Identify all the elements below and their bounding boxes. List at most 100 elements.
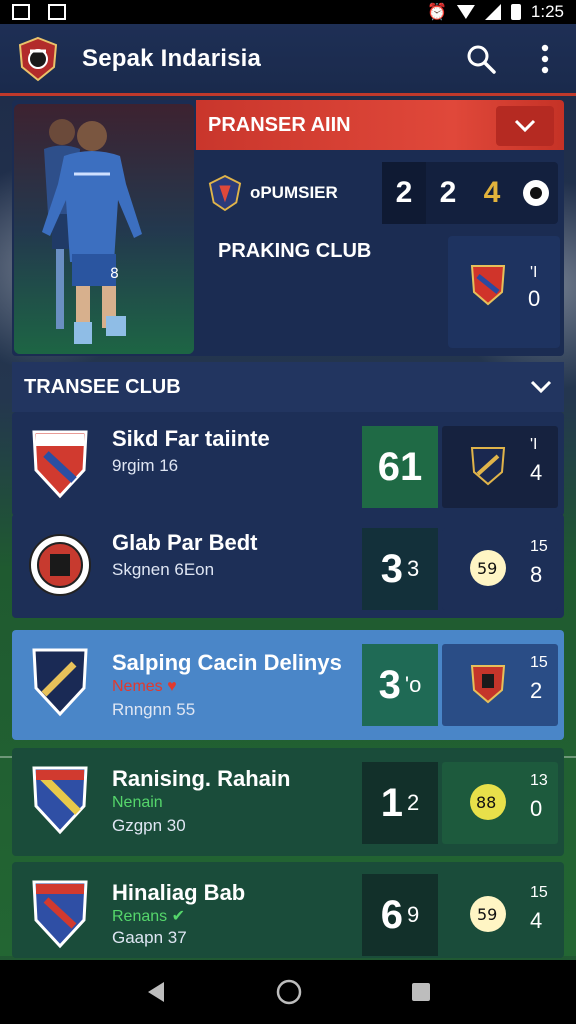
score-main: 3	[380, 546, 403, 591]
check-icon: ✔	[171, 908, 186, 925]
club-name: Hinaliag Bab	[112, 880, 246, 905]
side-value-bottom: 0	[528, 286, 541, 311]
club-row[interactable]: Ranising. Rahain Nenain Gzgpn 30 1 2 88 …	[12, 748, 564, 856]
score-secondary: 'o	[404, 672, 422, 697]
image-notification-icon	[12, 4, 30, 20]
wifi-icon	[456, 5, 475, 19]
opponent-box: 88 13 0	[442, 762, 558, 844]
app-title: Sepak Indarisia	[82, 44, 262, 72]
score-main: 1	[380, 780, 403, 825]
score-secondary: 3	[407, 556, 420, 581]
search-icon	[467, 45, 496, 74]
club-row[interactable]: Glab Par Bedt Skgnen 6Eon 3 3 59 15 8	[12, 514, 564, 618]
club-crest-icon	[29, 534, 91, 596]
club-subtitle: Gzgpn 30	[112, 816, 186, 835]
opponent-box: 59 15 8	[442, 528, 558, 610]
ball-icon	[523, 180, 549, 206]
score-ball-cell	[514, 162, 558, 224]
featured-title: PRANSER AIIN	[208, 113, 351, 136]
nfc-notification-icon	[48, 4, 66, 20]
home-button-icon[interactable]	[275, 978, 303, 1006]
club-name: Ranising. Rahain	[112, 766, 291, 791]
section-header[interactable]: TRANSEE CLUB	[12, 362, 564, 412]
svg-text:8: 8	[110, 266, 119, 282]
more-options-button[interactable]	[528, 42, 562, 76]
featured-subtitle: PRAKING CLUB	[218, 240, 372, 262]
club-subtitle: Gaapn 37	[112, 928, 187, 947]
back-button-icon[interactable]	[144, 980, 168, 1004]
opponent-value-top: 15	[530, 538, 548, 555]
club-crest-icon	[32, 880, 88, 949]
opponent-crest-icon	[470, 265, 506, 306]
club-crest-icon	[32, 430, 88, 499]
opponent-value-top: 15	[530, 884, 548, 901]
opponent-value-bottom: 4	[530, 908, 543, 933]
competition-row[interactable]: oPUMSIER 2 2 4	[208, 162, 558, 224]
clock: 1:25	[530, 2, 564, 21]
system-nav-bar	[0, 960, 576, 1024]
club-badge: Renans ✔	[112, 908, 186, 925]
battery-icon	[510, 4, 521, 20]
alarm-icon: ⏰	[426, 4, 447, 21]
opponent-value-bottom: 4	[530, 460, 543, 485]
score-box: 1 2	[362, 762, 438, 844]
competition-name: oPUMSIER	[249, 183, 338, 202]
status-bar: ⏰ 1:25	[0, 0, 576, 24]
score-main: 6	[380, 892, 403, 937]
ball-icon: 88	[470, 784, 506, 820]
club-badge: Nemes ♥	[112, 678, 177, 695]
club-crest-icon	[32, 648, 88, 717]
chevron-down-icon	[530, 380, 552, 394]
club-row-selected[interactable]: Salping Cacin Delinys Nemes ♥ Rnngnn 55 …	[12, 630, 564, 740]
club-name: Glab Par Bedt	[112, 530, 258, 555]
score-box: 61	[362, 426, 438, 508]
opponent-value-top: 13	[530, 772, 548, 789]
opponent-value-top: 'I	[530, 436, 538, 453]
club-crest-icon	[32, 766, 88, 835]
score-cell: 2	[382, 162, 426, 224]
opponent-box: 15 2	[442, 644, 558, 726]
score-box: 6 9	[362, 874, 438, 956]
score-secondary: 9	[407, 902, 420, 927]
featured-scores: 2 2 4	[382, 162, 558, 224]
recents-button-icon[interactable]	[410, 981, 432, 1003]
club-subtitle: 9rgim 16	[112, 456, 179, 475]
score-cell: 2	[439, 176, 457, 209]
club-name: Salping Cacin Delinys	[112, 650, 342, 675]
opponent-value-bottom: 2	[530, 678, 543, 703]
competition-crest-icon	[208, 174, 242, 212]
ball-icon: 59	[470, 550, 506, 586]
featured-card[interactable]: 8 PRANSER AIIN oPUMSIER 2 2 4 PRAKING CL…	[12, 100, 564, 356]
chevron-down-icon	[514, 119, 536, 133]
score-box: 3 3	[362, 528, 438, 610]
search-button[interactable]	[464, 42, 498, 76]
svg-text:59: 59	[477, 559, 497, 578]
app-bar: Sepak Indarisia	[0, 24, 576, 96]
score-main: 3	[378, 662, 401, 707]
section-title: TRANSEE CLUB	[24, 375, 181, 398]
opponent-box: 'I 4	[442, 426, 558, 508]
club-subtitle: Rnngnn 55	[112, 700, 196, 719]
club-name: Sikd Far taiinte	[112, 426, 270, 451]
opponent-box: 59 15 4	[442, 874, 558, 956]
more-vert-icon	[541, 44, 549, 73]
score-secondary: 2	[407, 790, 420, 815]
signal-icon	[484, 4, 501, 20]
heart-icon: ♥	[167, 678, 177, 695]
opponent-crest-icon	[470, 665, 506, 704]
opponent-value-bottom: 0	[530, 796, 543, 821]
club-row[interactable]: Sikd Far taiinte 9rgim 16 61 'I 4	[12, 412, 564, 516]
app-logo-icon	[18, 36, 58, 81]
featured-expand-button[interactable]	[496, 106, 554, 146]
ball-icon: 59	[470, 896, 506, 932]
club-badge: Nenain	[112, 794, 163, 811]
opponent-value-bottom: 8	[530, 562, 543, 587]
opponent-crest-icon	[470, 447, 506, 486]
club-row[interactable]: Hinaliag Bab Renans ✔ Gaapn 37 6 9 59 15…	[12, 862, 564, 958]
side-value-top: 'I	[530, 264, 538, 281]
svg-text:88: 88	[476, 793, 496, 812]
player-photo: 8	[14, 104, 194, 354]
club-subtitle: Skgnen 6Eon	[112, 560, 215, 579]
score-box: 3 'o	[362, 644, 438, 726]
featured-side-panel: 'I 0	[448, 236, 560, 348]
